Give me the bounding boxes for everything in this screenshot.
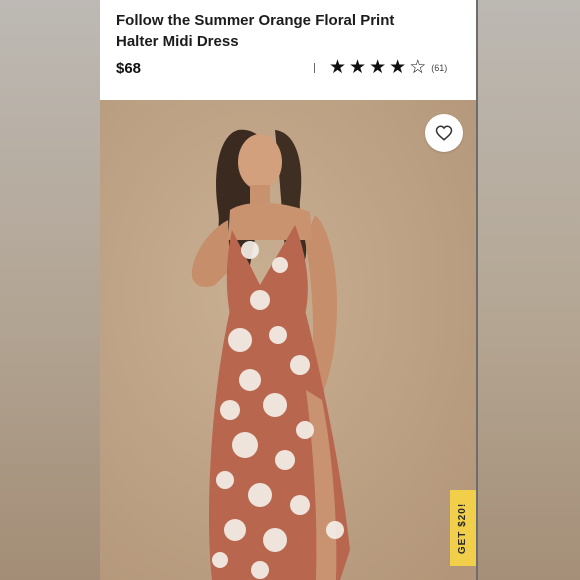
- rating-divider: [314, 63, 315, 73]
- product-rating[interactable]: ★ ★ ★ ★ ☆ (61): [314, 58, 447, 78]
- promo-tab[interactable]: GET $20!: [450, 490, 476, 566]
- blurred-background-left: [0, 0, 100, 580]
- star-filled-icon: ★: [369, 57, 387, 78]
- product-title-line-2: Halter Midi Dress: [116, 33, 239, 50]
- screen-edge: [476, 0, 478, 580]
- star-empty-icon: ☆: [409, 57, 427, 78]
- heart-icon: [435, 125, 453, 141]
- star-filled-icon: ★: [329, 57, 347, 78]
- product-image[interactable]: GET $20!: [100, 100, 476, 580]
- product-title-line-1: Follow the Summer Orange Floral Print: [116, 12, 395, 29]
- review-count: (61): [431, 63, 448, 73]
- product-title: Follow the Summer Orange Floral Print Ha…: [116, 10, 456, 52]
- favorite-button[interactable]: [425, 114, 463, 152]
- product-screen: Follow the Summer Orange Floral Print Ha…: [100, 0, 476, 580]
- blurred-background-right: [476, 0, 580, 580]
- star-filled-icon: ★: [389, 57, 407, 78]
- model-photo-illustration: [100, 100, 476, 580]
- promo-label: GET $20!: [457, 502, 469, 554]
- product-header: Follow the Summer Orange Floral Print Ha…: [100, 0, 476, 100]
- product-price: $68: [116, 60, 142, 77]
- star-filled-icon: ★: [349, 57, 367, 78]
